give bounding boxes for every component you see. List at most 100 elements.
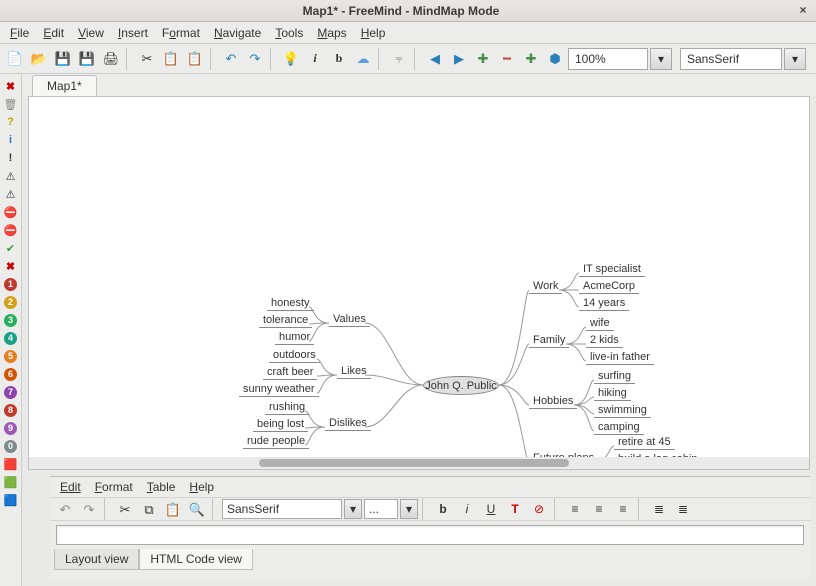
- remove-icon[interactable]: ✖: [3, 78, 19, 94]
- priority-2-icon[interactable]: 2: [3, 294, 19, 310]
- node-it-specialist[interactable]: IT specialist: [579, 263, 645, 277]
- node-outdoors[interactable]: outdoors: [269, 349, 320, 363]
- branch-hobbies[interactable]: Hobbies: [529, 395, 577, 409]
- node-acmecorp[interactable]: AcmeCorp: [579, 280, 639, 294]
- branch-likes[interactable]: Likes: [337, 365, 371, 379]
- nav-expand-icon[interactable]: ✚: [472, 48, 494, 70]
- menu-edit[interactable]: Edit: [37, 24, 70, 42]
- italic-icon[interactable]: i: [304, 48, 326, 70]
- note-cut-icon[interactable]: ✂: [114, 498, 136, 520]
- redo-icon[interactable]: ↷: [244, 48, 266, 70]
- branch-values[interactable]: Values: [329, 313, 370, 327]
- priority-6-icon[interactable]: 6: [3, 366, 19, 382]
- menu-maps[interactable]: Maps: [311, 24, 352, 42]
- save-icon[interactable]: 💾: [52, 48, 74, 70]
- node-honesty[interactable]: honesty: [267, 297, 314, 311]
- zoom-dropdown[interactable]: ▾: [650, 48, 672, 70]
- important-icon[interactable]: !: [3, 150, 19, 166]
- note-menu-table[interactable]: Table: [141, 478, 182, 496]
- note-text-input[interactable]: [56, 525, 804, 545]
- note-menu-help[interactable]: Help: [183, 478, 220, 496]
- priority-9-icon[interactable]: 9: [3, 420, 19, 436]
- cut-icon[interactable]: ✂: [136, 48, 158, 70]
- tab-html-code-view[interactable]: HTML Code view: [139, 549, 253, 570]
- menu-navigate[interactable]: Navigate: [208, 24, 267, 42]
- note-copy-icon[interactable]: ⧉: [138, 498, 160, 520]
- note-menu-edit[interactable]: Edit: [54, 478, 87, 496]
- warning-icon[interactable]: ⚠: [3, 168, 19, 184]
- nav-home-icon[interactable]: ⬢: [544, 48, 566, 70]
- branch-work[interactable]: Work: [529, 280, 562, 294]
- note-list-number-icon[interactable]: ≣: [672, 498, 694, 520]
- stop-icon[interactable]: ⛔: [3, 204, 19, 220]
- ok-icon[interactable]: ✔: [3, 240, 19, 256]
- priority-5-icon[interactable]: 5: [3, 348, 19, 364]
- traffic-green-icon[interactable]: 🟩: [3, 474, 19, 490]
- root-node[interactable]: John Q. Public: [423, 376, 499, 395]
- note-font-input[interactable]: SansSerif: [222, 499, 342, 519]
- tab-map1[interactable]: Map1*: [32, 75, 97, 96]
- note-align-center-icon[interactable]: ≡: [588, 498, 610, 520]
- node-swimming[interactable]: swimming: [594, 404, 651, 418]
- nav-left-icon[interactable]: ◀: [424, 48, 446, 70]
- note-paste-icon[interactable]: 📋: [162, 498, 184, 520]
- stop2-icon[interactable]: ⛔: [3, 222, 19, 238]
- note-italic-icon[interactable]: i: [456, 498, 478, 520]
- menu-help[interactable]: Help: [355, 24, 392, 42]
- cloud-icon[interactable]: ☁: [352, 48, 374, 70]
- note-find-icon[interactable]: 🔍: [186, 498, 208, 520]
- bold-icon[interactable]: b: [328, 48, 350, 70]
- node-2-kids[interactable]: 2 kids: [586, 334, 623, 348]
- zoom-input[interactable]: 100%: [568, 48, 648, 70]
- branch-dislikes[interactable]: Dislikes: [325, 417, 371, 431]
- menu-insert[interactable]: Insert: [112, 24, 154, 42]
- note-size-input[interactable]: ...: [364, 499, 398, 519]
- horizontal-scrollbar[interactable]: [29, 457, 809, 469]
- priority-8-icon[interactable]: 8: [3, 402, 19, 418]
- idea-icon[interactable]: 💡: [280, 48, 302, 70]
- font-input[interactable]: SansSerif: [680, 48, 782, 70]
- nav-collapse-icon[interactable]: ━: [496, 48, 518, 70]
- note-undo-icon[interactable]: ↶: [54, 498, 76, 520]
- traffic-red-icon[interactable]: 🟥: [3, 456, 19, 472]
- node-camping[interactable]: camping: [594, 421, 644, 435]
- note-clear-icon[interactable]: ⊘: [528, 498, 550, 520]
- node-tolerance[interactable]: tolerance: [259, 314, 312, 328]
- info-icon[interactable]: i: [3, 132, 19, 148]
- note-size-dropdown[interactable]: ▾: [400, 499, 418, 519]
- node-humor[interactable]: humor: [275, 331, 314, 345]
- note-underline-icon[interactable]: U: [480, 498, 502, 520]
- menu-file[interactable]: File: [4, 24, 35, 42]
- open-icon[interactable]: 📂: [28, 48, 50, 70]
- node-live-in-father[interactable]: live-in father: [586, 351, 654, 365]
- node-rushing[interactable]: rushing: [265, 401, 309, 415]
- paste-icon[interactable]: 📋: [184, 48, 206, 70]
- mindmap-canvas[interactable]: John Q. Public Values honesty tolerance …: [28, 96, 810, 470]
- priority-1-icon[interactable]: 1: [3, 276, 19, 292]
- undo-icon[interactable]: ↶: [220, 48, 242, 70]
- help-icon[interactable]: ?: [3, 114, 19, 130]
- traffic-blue-icon[interactable]: 🟦: [3, 492, 19, 508]
- priority-0-icon[interactable]: 0: [3, 438, 19, 454]
- close-button[interactable]: ×: [796, 4, 810, 18]
- priority-7-icon[interactable]: 7: [3, 384, 19, 400]
- node-being-lost[interactable]: being lost: [253, 418, 308, 432]
- note-bold-icon[interactable]: b: [432, 498, 454, 520]
- new-icon[interactable]: 📄: [4, 48, 26, 70]
- node-retire-45[interactable]: retire at 45: [614, 436, 675, 450]
- node-craft-beer[interactable]: craft beer: [263, 366, 317, 380]
- node-14-years[interactable]: 14 years: [579, 297, 629, 311]
- branch-family[interactable]: Family: [529, 334, 569, 348]
- copy-icon[interactable]: 📋: [160, 48, 182, 70]
- menu-tools[interactable]: Tools: [269, 24, 309, 42]
- note-color-icon[interactable]: T: [504, 498, 526, 520]
- node-hiking[interactable]: hiking: [594, 387, 631, 401]
- note-align-right-icon[interactable]: ≡: [612, 498, 634, 520]
- note-font-dropdown[interactable]: ▾: [344, 499, 362, 519]
- trash-icon[interactable]: 🗑: [3, 96, 19, 112]
- saveas-icon[interactable]: 💾: [76, 48, 98, 70]
- filter-icon[interactable]: ⫧: [388, 48, 410, 70]
- nav-center-icon[interactable]: ✚: [520, 48, 542, 70]
- menu-view[interactable]: View: [72, 24, 110, 42]
- note-menu-format[interactable]: Format: [89, 478, 139, 496]
